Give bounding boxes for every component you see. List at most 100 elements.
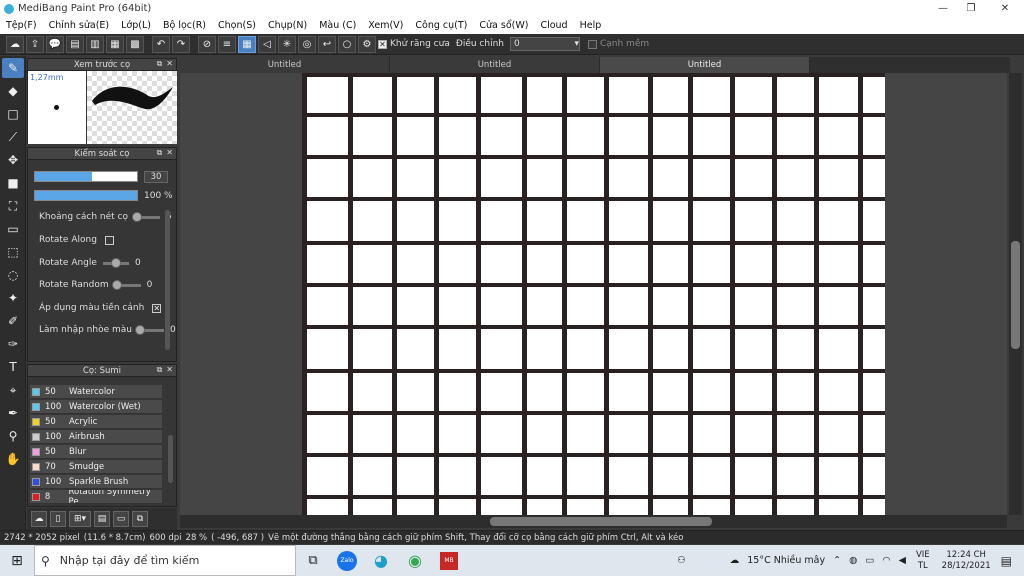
cloud-icon[interactable]: ☁ bbox=[6, 35, 24, 53]
medibang-app-icon[interactable]: MB bbox=[432, 545, 466, 576]
correction-select[interactable]: 0 ▾ bbox=[509, 37, 580, 51]
rotate-angle-slider[interactable] bbox=[102, 257, 129, 268]
horizontal-scrollbar[interactable] bbox=[180, 515, 1007, 528]
page-list-icon[interactable]: ▦ bbox=[106, 35, 124, 53]
brush-control-scrollbar[interactable] bbox=[165, 210, 170, 350]
select-rect-tool-icon[interactable]: ⬚ bbox=[2, 242, 24, 262]
text-tool-icon[interactable]: T bbox=[2, 357, 24, 377]
bucket-tool-icon[interactable]: ⛶ bbox=[2, 196, 24, 216]
redo-icon[interactable]: ↷ bbox=[172, 35, 190, 53]
rotate-along-checkbox[interactable] bbox=[104, 235, 114, 245]
wifi-icon[interactable]: ◠ bbox=[882, 555, 890, 566]
vertical-scrollbar[interactable] bbox=[1009, 73, 1022, 515]
close-icon[interactable]: ✕ bbox=[166, 59, 173, 71]
rectangle-tool-icon[interactable]: □ bbox=[2, 104, 24, 124]
action-center-icon[interactable]: ▤ bbox=[1001, 554, 1012, 568]
minimize-button[interactable]: — bbox=[928, 0, 958, 17]
snap-off-icon[interactable]: ⊘ bbox=[198, 35, 216, 53]
show-hidden-icons-icon[interactable]: ⌃ bbox=[833, 555, 841, 566]
prop-rotate-angle[interactable]: Rotate Angle 0 bbox=[39, 257, 141, 268]
brush-tool-icon[interactable]: ✎ bbox=[2, 58, 24, 78]
detach-icon[interactable]: ⧉ bbox=[157, 148, 163, 160]
edge-browser-icon[interactable]: ◕ bbox=[364, 545, 398, 576]
size-value[interactable]: 30 bbox=[144, 170, 168, 183]
horizontal-scroll-thumb[interactable] bbox=[490, 517, 712, 526]
restore-button[interactable]: ❐ bbox=[956, 0, 986, 17]
gradient-tool-icon[interactable]: ▭ bbox=[2, 219, 24, 239]
prop-blend-color[interactable]: Làm nhập nhòe màu 0 bbox=[39, 324, 176, 335]
tab-untitled-1[interactable]: Untitled bbox=[180, 57, 390, 73]
network-icon[interactable]: ▭ bbox=[865, 555, 874, 566]
opacity-slider[interactable] bbox=[34, 190, 138, 201]
vertical-scroll-thumb[interactable] bbox=[1011, 241, 1020, 349]
weather-text[interactable]: 15°C Nhiều mây bbox=[747, 555, 825, 566]
menu-filter[interactable]: Bộ lọc(R) bbox=[157, 20, 212, 31]
taskbar-search[interactable]: ⚲ Nhập tại đây để tìm kiếm bbox=[34, 545, 296, 576]
new-brush-icon[interactable]: ▯ bbox=[50, 511, 66, 527]
hand-tool-icon[interactable]: ✋ bbox=[2, 449, 24, 469]
menu-tools[interactable]: Công cụ(T) bbox=[409, 20, 473, 31]
lasso-tool-icon[interactable]: ◌ bbox=[2, 265, 24, 285]
snap-radial-icon[interactable]: ✳ bbox=[278, 35, 296, 53]
add-brush-menu-icon[interactable]: ⊞▾ bbox=[69, 511, 91, 527]
detach-icon[interactable]: ⧉ bbox=[157, 59, 163, 71]
duplicate-icon[interactable]: ⧉ bbox=[132, 511, 148, 527]
notification-app-icon[interactable]: ◍ bbox=[849, 555, 857, 566]
soft-edge-checkbox[interactable] bbox=[587, 39, 597, 49]
undo-icon[interactable]: ↶ bbox=[152, 35, 170, 53]
prop-spacing[interactable]: Khoảng cách nét cọ 5 bbox=[39, 211, 172, 222]
eyedropper-tool-icon[interactable]: ⚲ bbox=[2, 426, 24, 446]
close-icon[interactable]: ✕ bbox=[166, 148, 173, 160]
folder-icon[interactable]: ▭ bbox=[113, 511, 129, 527]
magic-wand-tool-icon[interactable]: ✦ bbox=[2, 288, 24, 308]
select-eraser-tool-icon[interactable]: ✑ bbox=[2, 334, 24, 354]
menu-window[interactable]: Cửa sổ(W) bbox=[473, 20, 534, 31]
snap-parallel-icon[interactable]: ≡ bbox=[218, 35, 236, 53]
menu-select[interactable]: Chọn(S) bbox=[212, 20, 262, 31]
menu-color[interactable]: Màu (C) bbox=[313, 20, 362, 31]
menu-help[interactable]: Help bbox=[574, 20, 608, 31]
cloud-brush-icon[interactable]: ☁ bbox=[31, 511, 47, 527]
brush-item-watercolor-wet[interactable]: 100 Watercolor (Wet) bbox=[30, 400, 162, 414]
menu-file[interactable]: Tệp(F) bbox=[0, 20, 43, 31]
rotate-random-slider[interactable] bbox=[111, 279, 141, 290]
menu-layer[interactable]: Lớp(L) bbox=[115, 20, 157, 31]
task-view-icon[interactable]: ⧉ bbox=[296, 545, 330, 576]
brush-item-sparkle[interactable]: 100 Sparkle Brush bbox=[30, 475, 162, 489]
soft-edge-toggle[interactable]: Cạnh mềm bbox=[587, 39, 649, 49]
brush-item-rotation-symmetry[interactable]: 8 Rotation Symmetry Pe bbox=[30, 490, 162, 504]
message-icon[interactable]: ▤ bbox=[66, 35, 84, 53]
page-icon[interactable]: ▥ bbox=[86, 35, 104, 53]
prop-rotate-along[interactable]: Rotate Along bbox=[39, 235, 117, 245]
zalo-app-icon[interactable]: Zalo bbox=[330, 545, 364, 576]
input-language[interactable]: VIE TL bbox=[916, 550, 930, 572]
select-pen-tool-icon[interactable]: ✐ bbox=[2, 311, 24, 331]
prop-rotate-random[interactable]: Rotate Random 0 bbox=[39, 279, 152, 290]
canvas-area[interactable] bbox=[180, 73, 1007, 515]
brush-item-watercolor[interactable]: 50 Watercolor bbox=[30, 385, 162, 399]
upload-icon[interactable]: ⇪ bbox=[26, 35, 44, 53]
close-button[interactable]: ✕ bbox=[990, 0, 1020, 17]
people-icon[interactable]: ⚇ bbox=[677, 555, 686, 566]
anti-alias-toggle[interactable]: ✕ Khử răng cưa bbox=[378, 39, 450, 49]
system-clock[interactable]: 12:24 CH 28/12/2021 bbox=[942, 550, 991, 572]
spacing-slider[interactable] bbox=[131, 211, 160, 222]
divide-tool-icon[interactable]: ✒ bbox=[2, 403, 24, 423]
snap-curve-icon[interactable]: ↩ bbox=[318, 35, 336, 53]
comment-icon[interactable]: 💬 bbox=[46, 35, 64, 53]
blend-color-slider[interactable] bbox=[134, 324, 164, 335]
operation-tool-icon[interactable]: ⌖ bbox=[2, 380, 24, 400]
tab-untitled-3[interactable]: Untitled bbox=[600, 57, 810, 73]
snap-circle-icon[interactable]: ○ bbox=[338, 35, 356, 53]
line-tool-icon[interactable]: ⟋ bbox=[2, 127, 24, 147]
move-tool-icon[interactable]: ✥ bbox=[2, 150, 24, 170]
menu-view[interactable]: Xem(V) bbox=[362, 20, 409, 31]
tab-untitled-2[interactable]: Untitled bbox=[390, 57, 600, 73]
chrome-browser-icon[interactable]: ◉ bbox=[398, 545, 432, 576]
snap-concentric-icon[interactable]: ◎ bbox=[298, 35, 316, 53]
anti-alias-checkbox[interactable]: ✕ bbox=[378, 39, 387, 49]
grid-apps-icon[interactable]: ▩ bbox=[126, 35, 144, 53]
size-slider[interactable] bbox=[34, 171, 138, 182]
prop-apply-foreground[interactable]: Áp dụng màu tiền cảnh ✕ bbox=[39, 303, 164, 313]
brush-item-acrylic[interactable]: 50 Acrylic bbox=[30, 415, 162, 429]
